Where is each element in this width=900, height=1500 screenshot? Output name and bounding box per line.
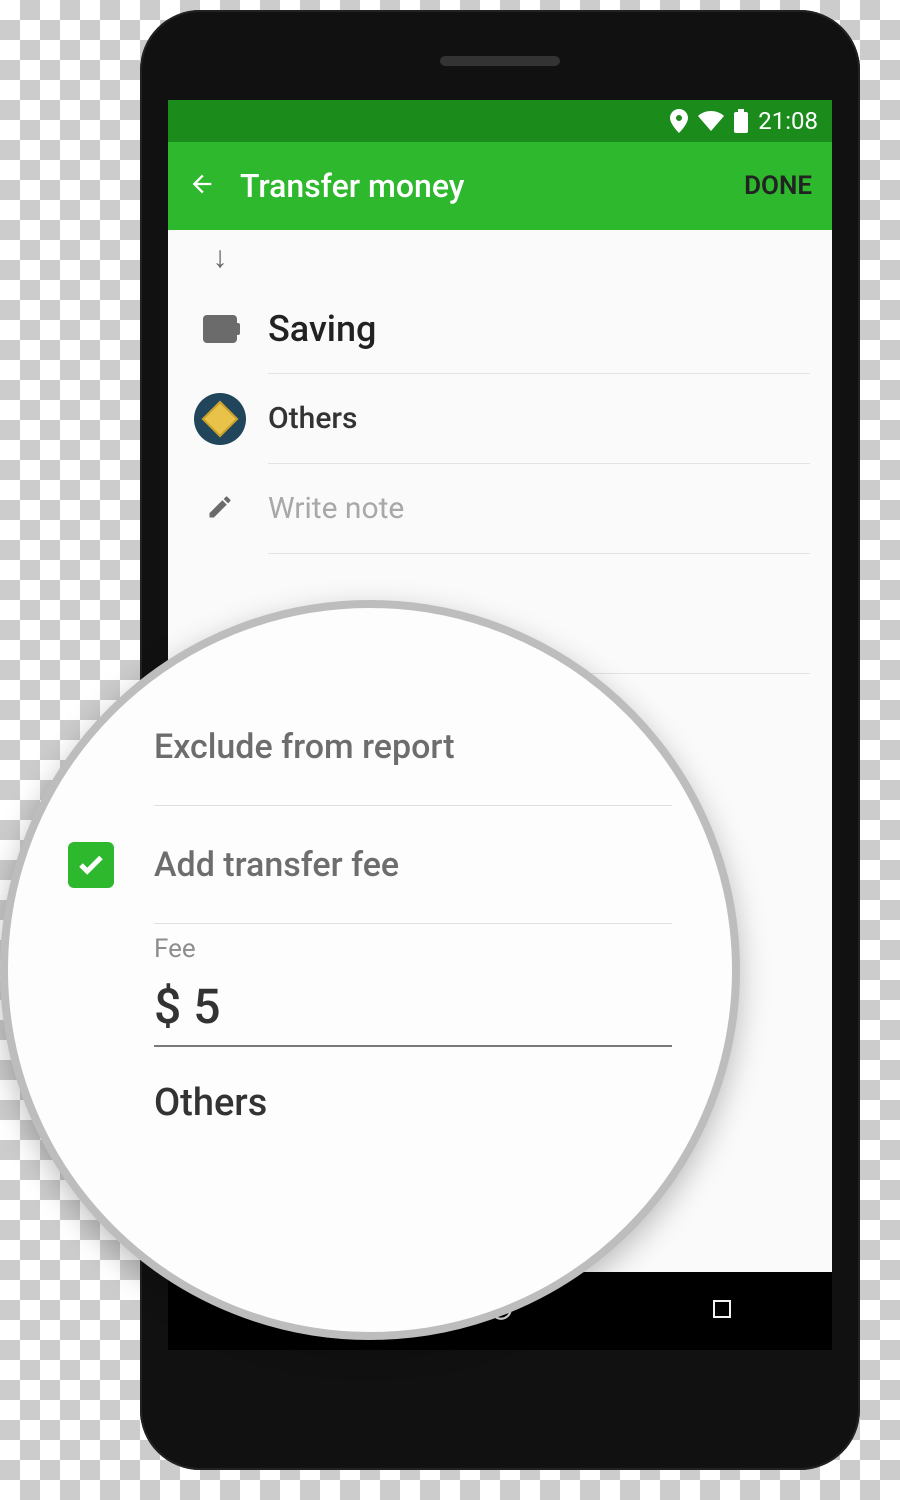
status-time: 21:08 (758, 107, 818, 135)
fee-value: $ 5 (154, 978, 672, 1047)
fee-caption: Fee (154, 934, 672, 964)
add-transfer-fee-row[interactable]: Add transfer fee (8, 806, 732, 924)
add-transfer-fee-label: Add transfer fee (154, 806, 672, 924)
pencil-icon (206, 493, 234, 525)
app-bar: Transfer money DONE (168, 142, 832, 230)
location-icon (670, 109, 688, 133)
done-button[interactable]: DONE (744, 171, 812, 201)
back-icon[interactable] (188, 170, 216, 202)
exclude-from-report-row[interactable]: Exclude from report (8, 688, 732, 806)
arrow-down-icon: ↓ (213, 240, 228, 275)
page-title: Transfer money (240, 167, 744, 205)
category-icon (194, 393, 246, 445)
category-value: Others (268, 374, 810, 464)
status-bar: 21:08 (168, 100, 832, 142)
category-row[interactable]: Others (168, 374, 832, 464)
magnifier-lens: Exclude from report Add transfer fee Fee… (0, 600, 740, 1340)
transfer-direction-row: ↓ (168, 230, 832, 284)
wallet-icon (203, 315, 237, 343)
phone-speaker (440, 56, 560, 66)
wallet-value: Saving (268, 284, 810, 374)
battery-icon (734, 109, 748, 133)
fee-block[interactable]: Fee $ 5 (8, 924, 732, 1047)
note-input[interactable]: Write note (268, 464, 810, 554)
fee-category-label[interactable]: Others (8, 1047, 732, 1125)
exclude-from-report-label: Exclude from report (154, 688, 672, 806)
add-fee-checkbox[interactable] (68, 842, 114, 888)
wifi-icon (698, 111, 724, 131)
note-row[interactable]: Write note (168, 464, 832, 554)
wallet-row[interactable]: Saving (168, 284, 832, 374)
